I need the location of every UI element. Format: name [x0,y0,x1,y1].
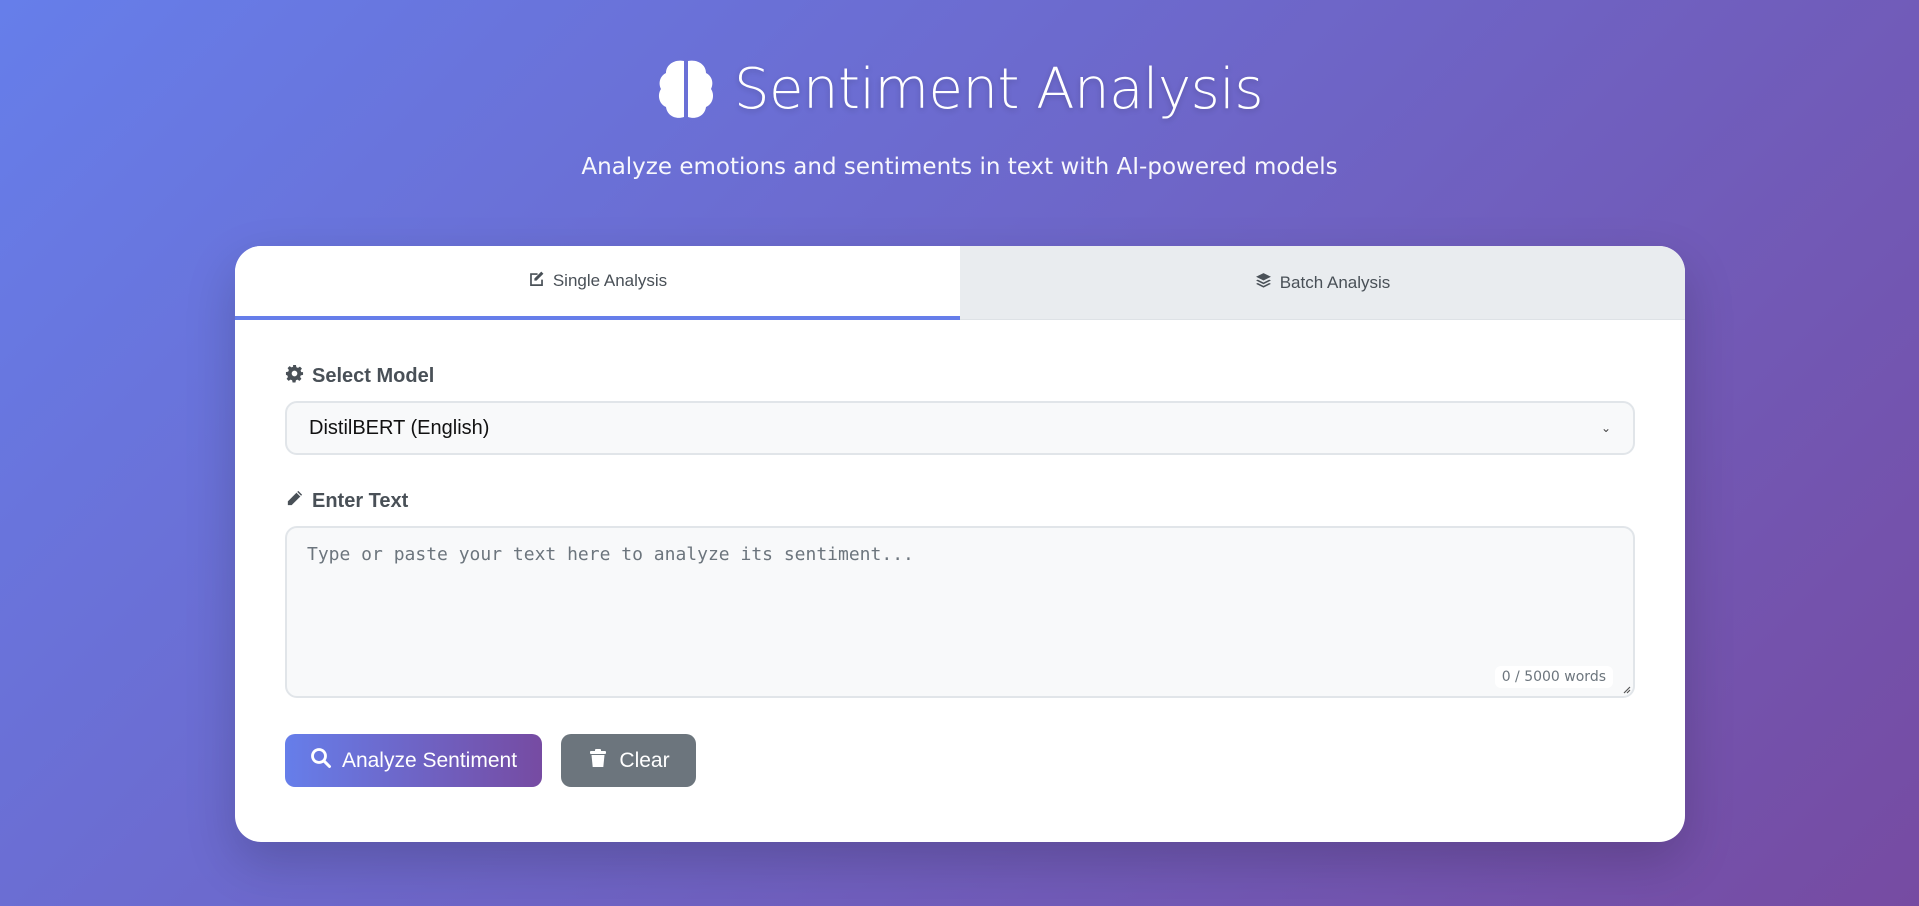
resize-handle-icon[interactable] [1621,684,1631,694]
pencil-icon [285,489,304,514]
page-subtitle: Analyze emotions and sentiments in text … [581,154,1338,180]
word-counter: 0 / 5000 words [1494,666,1613,688]
chevron-down-icon: ⌄ [1600,421,1611,435]
layers-icon [1255,272,1272,294]
tab-batch-analysis-label: Batch Analysis [1279,272,1391,292]
analysis-card: Single Analysis Batch Analysis Select Mo… [235,246,1685,842]
clear-button[interactable]: Clear [561,734,696,787]
tab-batch-analysis[interactable]: Batch Analysis [960,246,1685,320]
model-label: Select Model [285,364,1635,389]
edit-icon [528,270,545,292]
model-label-text: Select Model [312,365,435,387]
analyze-sentiment-label: Analyze Sentiment [341,748,518,772]
trash-icon [587,747,609,775]
text-label: Enter Text [285,489,1635,514]
search-icon [310,747,332,775]
page-header: Sentiment Analysis Analyze emotions and … [0,52,1919,180]
tab-bar: Single Analysis Batch Analysis [235,246,1685,320]
clear-label: Clear [619,748,670,772]
brain-icon [656,57,716,123]
model-select-value: DistilBERT (English) [309,416,490,439]
text-input-container: 0 / 5000 words [285,526,1635,698]
single-analysis-panel: Select Model DistilBERT (English) ⌄ Ente… [235,364,1685,787]
action-buttons: Analyze Sentiment Clear [285,734,1635,787]
page-title: Sentiment Analysis [734,57,1264,122]
sentiment-text-input[interactable] [287,528,1633,696]
title-row: Sentiment Analysis [0,52,1919,128]
analyze-sentiment-button[interactable]: Analyze Sentiment [285,734,542,787]
gear-icon [285,364,304,389]
tab-single-analysis-label: Single Analysis [552,271,668,290]
model-select[interactable]: DistilBERT (English) ⌄ [285,401,1635,455]
tab-single-analysis[interactable]: Single Analysis [235,246,960,320]
text-label-text: Enter Text [312,490,409,512]
